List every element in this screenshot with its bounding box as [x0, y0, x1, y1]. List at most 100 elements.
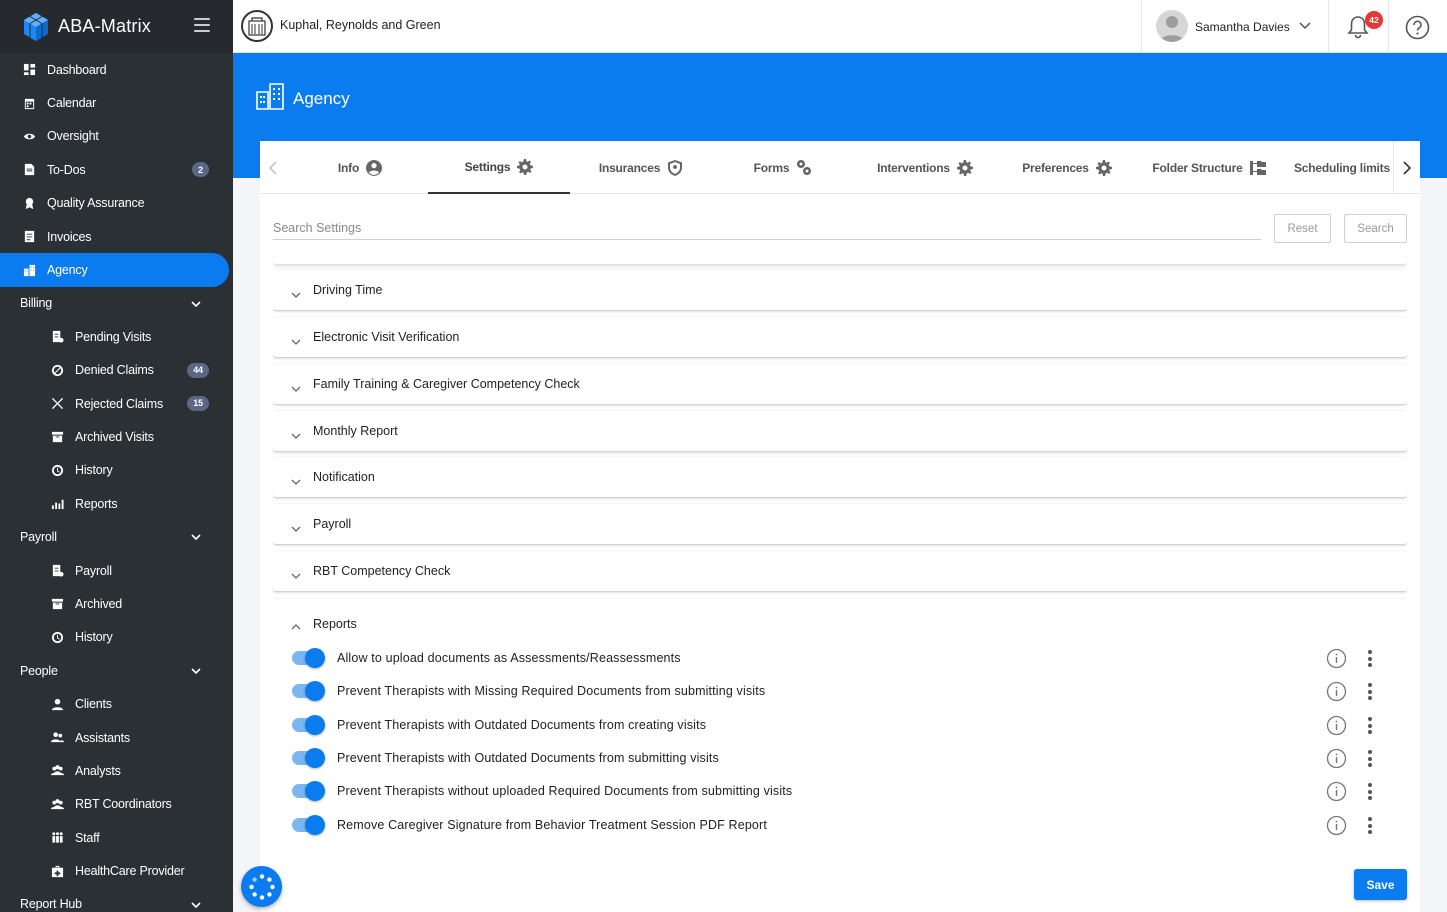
hamburger-menu-icon[interactable] [194, 18, 210, 32]
sidebar-item-billing-history[interactable]: History [0, 454, 233, 487]
info-icon[interactable] [1326, 648, 1347, 669]
sidebar-section-payroll[interactable]: Payroll [0, 520, 233, 553]
loading-fab-button[interactable] [241, 866, 282, 907]
archive-icon [50, 597, 64, 611]
info-icon[interactable] [1326, 681, 1347, 702]
chevron-right-icon [1402, 160, 1411, 175]
sidebar-item-label: Staff [75, 830, 100, 845]
tab-preferences[interactable]: Preferences [996, 141, 1138, 194]
tab-forms[interactable]: Forms [712, 141, 854, 194]
sidebar-item-staff[interactable]: Staff [0, 821, 233, 854]
pending-visits-icon [50, 330, 64, 344]
sidebar-item-agency[interactable]: Agency [0, 253, 229, 287]
accordion-family-training[interactable]: Family Training & Caregiver Competency C… [273, 364, 1407, 404]
user-name: Samantha Davies [1195, 20, 1290, 34]
tab-interventions[interactable]: Interventions [854, 141, 996, 194]
accordion-label: Payroll [313, 517, 352, 531]
more-options-icon[interactable] [1363, 815, 1377, 836]
sidebar-item-label: RBT Coordinators [75, 797, 172, 812]
accordion-notification[interactable]: Notification [273, 457, 1407, 497]
accordion-driving-time[interactable]: Driving Time [273, 270, 1407, 310]
more-options-icon[interactable] [1363, 781, 1377, 802]
sidebar-item-assistants[interactable]: Assistants [0, 721, 233, 754]
info-icon[interactable] [1326, 815, 1347, 836]
notifications-button[interactable]: 42 [1329, 0, 1389, 53]
sidebar-item-label: Agency [47, 263, 88, 278]
sidebar-item-rejected-claims[interactable]: Rejected Claims 15 [0, 387, 233, 420]
search-button[interactable]: Search [1344, 214, 1407, 243]
help-icon[interactable] [1405, 15, 1430, 40]
accordion-monthly-report[interactable]: Monthly Report [273, 411, 1407, 451]
accordion-rbt-competency[interactable]: RBT Competency Check [273, 551, 1407, 591]
setting-toggle[interactable] [292, 681, 325, 701]
bar-chart-icon [50, 497, 64, 511]
setting-toggle[interactable] [292, 815, 325, 835]
more-options-icon[interactable] [1363, 681, 1377, 702]
setting-toggle[interactable] [292, 648, 325, 668]
sidebar-section-people[interactable]: People [0, 654, 233, 687]
settings-accordion: Driving Time Electronic Visit Verificati… [273, 256, 1407, 856]
chevron-down-icon [291, 380, 301, 392]
accordion-payroll[interactable]: Payroll [273, 504, 1407, 544]
chevron-down-icon [1299, 22, 1311, 30]
setting-label: Remove Caregiver Signature from Behavior… [337, 818, 767, 832]
sidebar-item-denied-claims[interactable]: Denied Claims 44 [0, 354, 233, 387]
save-button[interactable]: Save [1354, 869, 1407, 900]
tab-insurances[interactable]: Insurances [570, 141, 712, 194]
accordion-evv[interactable]: Electronic Visit Verification [273, 317, 1407, 357]
sidebar-item-archived-visits[interactable]: Archived Visits [0, 420, 233, 453]
chevron-down-icon [191, 298, 201, 308]
tab-scheduling-limits[interactable]: Scheduling limits [1282, 141, 1394, 194]
payroll-icon [50, 564, 64, 578]
accordion-label: RBT Competency Check [313, 564, 451, 578]
sidebar-item-oversight[interactable]: Oversight [0, 120, 233, 153]
sidebar-item-healthcare-provider[interactable]: HealthCare Provider [0, 854, 233, 887]
info-icon[interactable] [1326, 781, 1347, 802]
tab-folder-structure[interactable]: Folder Structure [1138, 141, 1280, 194]
tab-scroll-left-button[interactable] [260, 141, 286, 194]
rejected-claims-badge: 15 [187, 395, 209, 411]
sidebar-section-billing[interactable]: Billing [0, 287, 233, 320]
more-options-icon[interactable] [1363, 715, 1377, 736]
sidebar-item-dashboard[interactable]: Dashboard [0, 53, 233, 86]
info-icon[interactable] [1326, 715, 1347, 736]
search-input[interactable] [273, 216, 1261, 240]
setting-toggle[interactable] [292, 781, 325, 801]
user-menu[interactable]: Samantha Davies [1141, 0, 1329, 53]
sidebar-item-invoices[interactable]: Invoices [0, 220, 233, 253]
tab-settings[interactable]: Settings [428, 141, 570, 194]
sidebar-item-analysts[interactable]: Analysts [0, 754, 233, 787]
sidebar-item-clients[interactable]: Clients [0, 687, 233, 720]
staff-icon [50, 831, 64, 845]
close-icon [50, 397, 64, 411]
sidebar-item-label: Clients [75, 697, 112, 712]
tab-scroll-right-button[interactable] [1393, 141, 1419, 194]
sidebar-item-billing-reports[interactable]: Reports [0, 487, 233, 520]
chevron-down-icon [291, 567, 301, 579]
more-options-icon[interactable] [1363, 748, 1377, 769]
reset-button[interactable]: Reset [1274, 214, 1331, 243]
sidebar-item-label: Pending Visits [75, 329, 152, 344]
chevron-up-icon[interactable] [291, 618, 301, 630]
sidebar-nav: Dashboard Calendar Oversight To-Dos 2 Qu… [0, 53, 233, 912]
sidebar-item-pending-visits[interactable]: Pending Visits [0, 320, 233, 353]
sidebar-item-calendar[interactable]: Calendar [0, 86, 233, 119]
sidebar-item-todos[interactable]: To-Dos 2 [0, 153, 233, 186]
info-icon[interactable] [1326, 748, 1347, 769]
sidebar-item-label: Analysts [75, 763, 121, 778]
sidebar-item-payroll-history[interactable]: History [0, 621, 233, 654]
setting-toggle[interactable] [292, 748, 325, 768]
sidebar-item-quality-assurance[interactable]: Quality Assurance [0, 187, 233, 220]
tab-info[interactable]: Info [290, 141, 430, 194]
sidebar-item-rbt-coordinators[interactable]: RBT Coordinators [0, 788, 233, 821]
sidebar-item-label: Archived Visits [75, 429, 154, 444]
sidebar-item-payroll-archived[interactable]: Archived [0, 587, 233, 620]
tab-label: Interventions [877, 160, 950, 175]
more-options-icon[interactable] [1363, 648, 1377, 669]
chevron-down-icon [291, 333, 301, 345]
spinner-icon [248, 873, 275, 900]
sidebar-section-report-hub[interactable]: Report Hub [0, 888, 233, 912]
accordion-label[interactable]: Reports [313, 617, 357, 631]
sidebar-item-payroll[interactable]: Payroll [0, 554, 233, 587]
setting-toggle[interactable] [292, 715, 325, 735]
